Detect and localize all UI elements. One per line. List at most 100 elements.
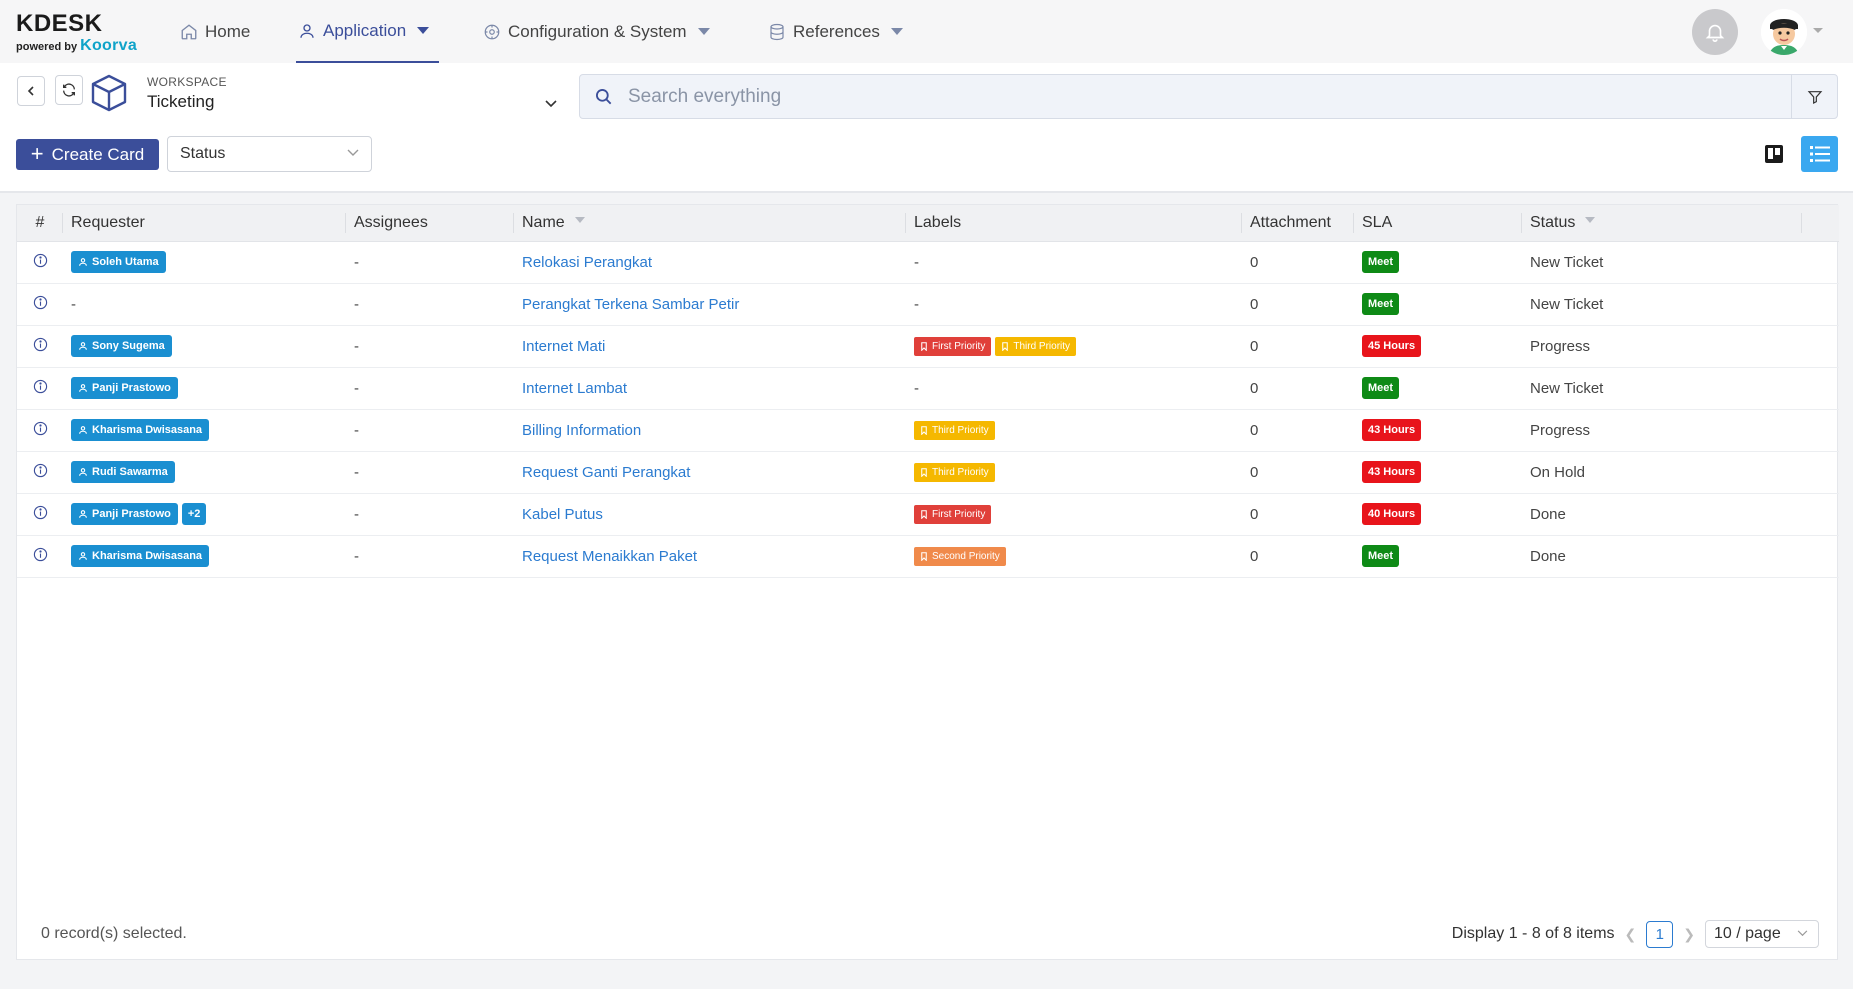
table-row[interactable]: Panji Prastowo - Internet Lambat -0 Meet New … (17, 367, 1839, 410)
table-row[interactable]: - - Perangkat Terkena Sambar Petir -0 Meet Ne… (17, 283, 1839, 326)
labels-cell: First Priority Third Priority (906, 325, 1242, 368)
row-info-button[interactable] (33, 463, 48, 482)
column-header-spacer (1802, 205, 1839, 242)
chevron-down-icon (890, 28, 903, 35)
global-search (579, 74, 1838, 119)
row-info-button[interactable] (33, 253, 48, 272)
chevron-down-icon (697, 28, 710, 35)
row-info-button[interactable] (33, 337, 48, 356)
top-navbar: KDESK powered by Koorva Home Application… (0, 0, 1853, 63)
column-header-attachment[interactable]: Attachment (1242, 205, 1354, 242)
status-cell: New Ticket (1522, 241, 1802, 284)
nav-references[interactable]: References (768, 0, 903, 63)
requester-tag[interactable]: Sony Sugema (71, 335, 172, 357)
requester-tag[interactable]: Soleh Utama (71, 251, 166, 273)
row-info-cell[interactable] (17, 241, 63, 284)
more-requesters-badge[interactable]: +2 (181, 503, 207, 525)
row-info-cell[interactable] (17, 283, 63, 326)
brand-logo[interactable]: KDESK powered by Koorva (16, 10, 146, 55)
info-icon (33, 295, 47, 309)
ticket-name-link[interactable]: Internet Mati (522, 338, 605, 355)
requester-tag[interactable]: Panji Prastowo (71, 377, 178, 399)
row-info-cell[interactable] (17, 325, 63, 368)
requester-cell: Kharisma Dwisasana (63, 409, 346, 452)
requester-tag[interactable]: Panji Prastowo (71, 503, 178, 525)
row-info-button[interactable] (33, 295, 48, 314)
status-filter-select[interactable]: Status (167, 136, 372, 172)
table-row[interactable]: Kharisma Dwisasana - Billing Information Th… (17, 409, 1839, 452)
list-view-button[interactable] (1801, 136, 1838, 172)
user-icon (79, 468, 87, 476)
sort-icon[interactable] (574, 216, 585, 223)
bookmark-icon (921, 551, 927, 561)
workspace-chevron-down-icon[interactable] (544, 99, 558, 109)
info-icon (33, 463, 47, 477)
sla-badge: Meet (1362, 545, 1400, 567)
status-cell: Progress (1522, 409, 1802, 452)
ticket-name-link[interactable]: Perangkat Terkena Sambar Petir (522, 296, 739, 313)
prev-page-icon[interactable]: ❮ (1625, 926, 1637, 943)
row-info-cell[interactable] (17, 451, 63, 494)
nav-home[interactable]: Home (180, 0, 250, 63)
powered-by-text: powered by (16, 41, 78, 53)
ticket-name-link[interactable]: Request Menaikkan Paket (522, 548, 697, 565)
user-icon (79, 510, 87, 518)
row-info-button[interactable] (33, 379, 48, 398)
ticket-name-link[interactable]: Relokasi Perangkat (522, 254, 652, 271)
table-row[interactable]: Soleh Utama - Relokasi Perangkat -0 Meet New … (17, 241, 1839, 284)
row-info-cell[interactable] (17, 367, 63, 410)
sla-cell: 40 Hours (1354, 493, 1522, 536)
labels-cell: Second Priority (906, 535, 1242, 578)
nav-configuration[interactable]: Configuration & System (483, 0, 710, 63)
ticket-name-link[interactable]: Internet Lambat (522, 380, 627, 397)
requester-tag[interactable]: Kharisma Dwisasana (71, 545, 210, 567)
row-info-cell[interactable] (17, 535, 63, 578)
ticket-name-link[interactable]: Billing Information (522, 422, 641, 439)
assignees-cell: - (346, 451, 514, 494)
column-header-name[interactable]: Name (514, 205, 906, 242)
row-info-button[interactable] (33, 547, 48, 566)
workspace-name[interactable]: Ticketing (147, 92, 214, 112)
sort-icon[interactable] (1585, 216, 1596, 223)
next-page-icon[interactable]: ❯ (1683, 926, 1695, 943)
name-cell: Request Menaikkan Paket (514, 535, 906, 578)
sla-badge: 43 Hours (1362, 461, 1422, 483)
table-row[interactable]: Sony Sugema - Internet Mati First Priority T… (17, 325, 1839, 368)
brand-name: KDESK (16, 10, 103, 37)
row-info-cell[interactable] (17, 493, 63, 536)
column-header-status[interactable]: Status (1522, 205, 1802, 242)
spacer-cell (1802, 283, 1839, 326)
requester-cell: Panji Prastowo +2 (63, 493, 346, 536)
filter-button[interactable] (1791, 75, 1837, 118)
chevron-down-icon[interactable] (1813, 28, 1823, 33)
row-info-cell[interactable] (17, 409, 63, 452)
row-info-button[interactable] (33, 505, 48, 524)
bookmark-icon (921, 467, 927, 477)
refresh-button[interactable] (55, 75, 83, 105)
page-number-button[interactable]: 1 (1646, 920, 1674, 948)
info-icon (33, 337, 47, 351)
user-avatar[interactable] (1761, 9, 1807, 55)
table-row[interactable]: Panji Prastowo +2 - Kabel Putus First Priori… (17, 493, 1839, 536)
requester-tag[interactable]: Kharisma Dwisasana (71, 419, 210, 441)
board-view-button[interactable] (1763, 143, 1785, 165)
table-row[interactable]: Rudi Sawarma - Request Ganti Perangkat Thir… (17, 451, 1839, 494)
column-header-labels[interactable]: Labels (906, 205, 1242, 242)
ticket-name-link[interactable]: Request Ganti Perangkat (522, 464, 690, 481)
back-button[interactable] (17, 76, 45, 106)
spacer-cell (1802, 451, 1839, 494)
page-size-select[interactable]: 10 / page (1705, 920, 1819, 948)
column-header-sla[interactable]: SLA (1354, 205, 1522, 242)
nav-application[interactable]: Application (296, 0, 439, 63)
table-row[interactable]: Kharisma Dwisasana - Request Menaikkan Pak… (17, 535, 1839, 578)
notification-button[interactable] (1692, 9, 1738, 55)
search-input[interactable] (628, 85, 1728, 108)
column-header-assignees[interactable]: Assignees (346, 205, 514, 242)
create-card-button[interactable]: + Create Card (16, 139, 159, 170)
ticket-name-link[interactable]: Kabel Putus (522, 506, 603, 523)
row-info-button[interactable] (33, 421, 48, 440)
table-header-row: # Requester Assignees Name Labels Attach… (17, 205, 1839, 242)
status-cell: Progress (1522, 325, 1802, 368)
requester-tag[interactable]: Rudi Sawarma (71, 461, 175, 483)
column-header-requester[interactable]: Requester (63, 205, 346, 242)
